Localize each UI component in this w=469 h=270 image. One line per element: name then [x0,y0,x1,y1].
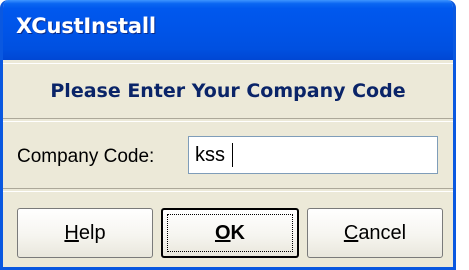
ok-button[interactable]: OK [161,208,299,258]
help-button-label: Help [64,222,105,245]
field-panel: Company Code: [3,121,453,189]
cancel-button-label: Cancel [344,222,406,245]
help-button[interactable]: Help [17,208,153,258]
cancel-label-rest: ancel [358,221,407,244]
company-code-input[interactable] [188,136,438,174]
help-label-rest: elp [78,221,106,244]
text-caret [232,143,233,167]
heading-panel: Please Enter Your Company Code [3,63,453,119]
dialog-window: XCustInstall Please Enter Your Company C… [0,0,456,270]
company-code-label: Company Code: [17,146,155,167]
ok-label-rest: K [230,221,245,244]
cancel-mnemonic: C [343,221,359,244]
window-title: XCustInstall [16,14,156,38]
ok-mnemonic: O [214,221,231,244]
prompt-heading: Please Enter Your Company Code [50,80,406,102]
ok-button-label: OK [215,222,245,245]
help-mnemonic: H [64,221,79,244]
button-panel: Help OK Cancel [3,191,453,267]
title-bar[interactable]: XCustInstall [3,0,453,60]
cancel-button[interactable]: Cancel [307,208,443,258]
